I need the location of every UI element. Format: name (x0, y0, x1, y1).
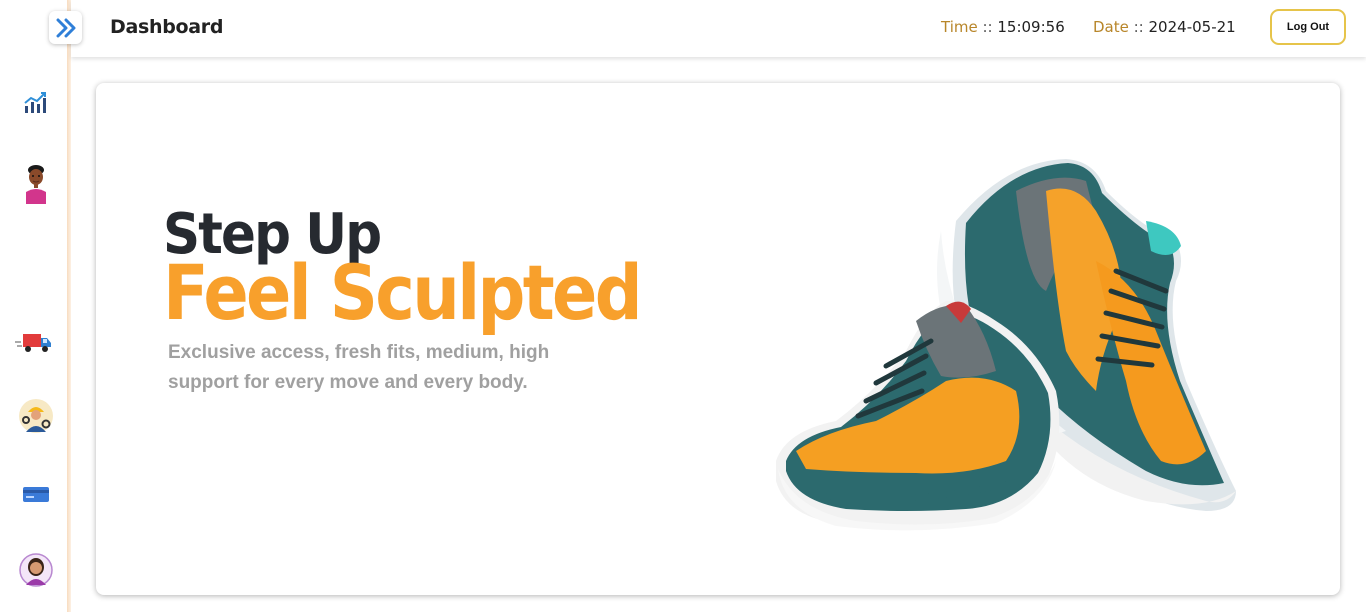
date-label: Date (1093, 18, 1129, 36)
double-chevron-right-icon (56, 18, 75, 37)
date-separator: :: (1128, 18, 1149, 36)
time-separator: :: (977, 18, 998, 36)
date-value: 2024-05-21 (1148, 18, 1236, 36)
date-display: Date :: 2024-05-21 (1093, 18, 1236, 36)
hero-description: Exclusive access, fresh fits, medium, hi… (168, 342, 550, 393)
time-label: Time (941, 18, 978, 36)
logout-button[interactable]: Log Out (1270, 9, 1346, 45)
time-value: 15:09:56 (997, 18, 1065, 36)
page-title: Dashboard (110, 16, 224, 38)
sidebar-divider (67, 0, 71, 612)
profile-avatar-icon[interactable] (18, 550, 54, 590)
top-header: Dashboard Time :: 15:09:56 Date :: 2024-… (71, 0, 1366, 57)
user-avatar-icon[interactable] (18, 164, 54, 204)
delivery-truck-icon[interactable] (12, 322, 54, 362)
hero-banner: Step Up Feel Sculpted Exclusive access, … (96, 83, 1340, 595)
sidebar-toggle-button[interactable] (49, 11, 82, 44)
analytics-chart-icon[interactable] (18, 82, 54, 122)
sneakers-image (776, 159, 1236, 531)
credit-card-icon[interactable] (18, 474, 54, 514)
worker-settings-icon[interactable] (18, 396, 54, 436)
time-display: Time :: 15:09:56 (941, 18, 1065, 36)
sidebar (0, 0, 68, 612)
hero-subheadline: Feel Sculpted (163, 248, 643, 337)
